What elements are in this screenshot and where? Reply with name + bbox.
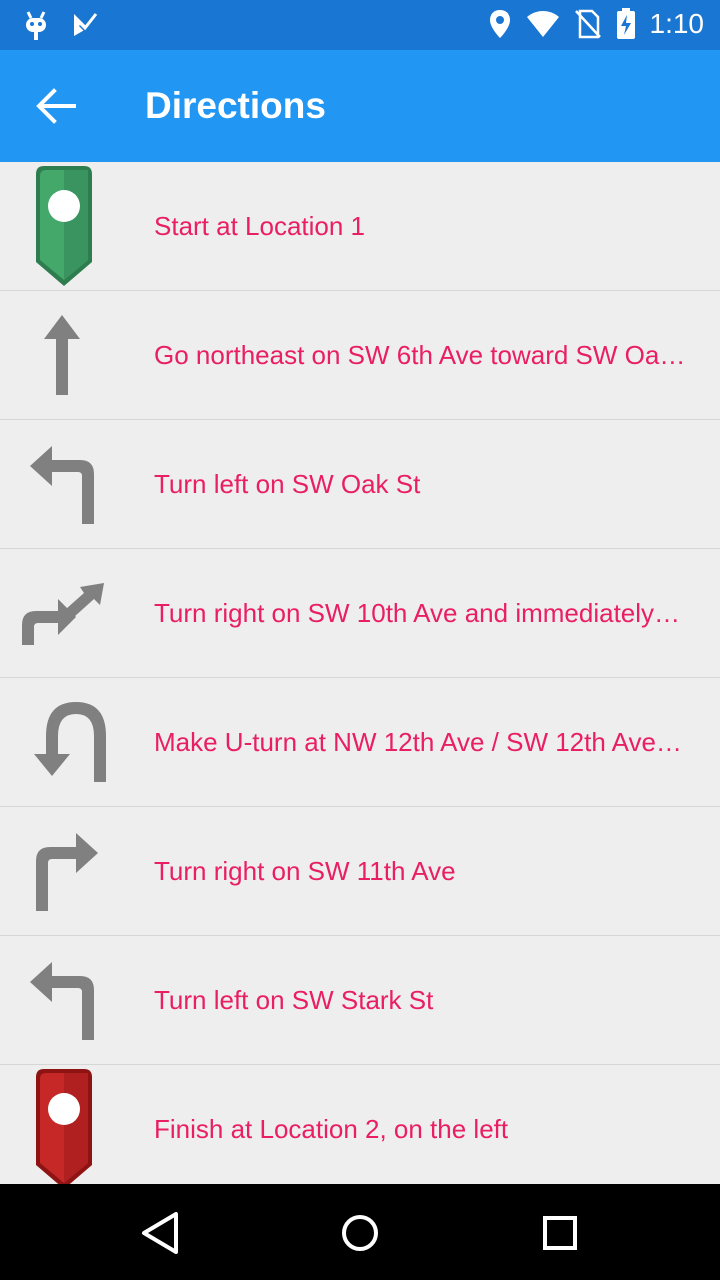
- direction-item[interactable]: Turn right on SW 10th Ave and immediatel…: [0, 549, 720, 678]
- direction-text: Finish at Location 2, on the left: [154, 1114, 509, 1144]
- no-sim-icon: [574, 9, 601, 39]
- arrow-back-icon[interactable]: [34, 86, 76, 126]
- direction-text: Turn left on SW Oak St: [154, 469, 421, 499]
- direction-text: Turn right on SW 10th Ave and immediatel…: [154, 598, 681, 628]
- recents-square-icon[interactable]: [535, 1208, 585, 1258]
- start-pin-icon: [36, 166, 92, 286]
- direction-item[interactable]: Turn right on SW 11th Ave: [0, 807, 720, 936]
- navigation-bar: [0, 1184, 720, 1280]
- direction-item[interactable]: Finish at Location 2, on the left: [0, 1065, 720, 1194]
- direction-text: Turn left on SW Stark St: [154, 985, 434, 1015]
- location-icon: [489, 10, 510, 38]
- app-bar: Directions: [0, 50, 720, 162]
- wifi-icon: [526, 11, 559, 37]
- back-triangle-icon[interactable]: [136, 1208, 186, 1258]
- turn-left-icon: [30, 446, 94, 524]
- direction-text: Go northeast on SW 6th Ave toward SW Oa…: [154, 340, 686, 370]
- u-turn-icon: [34, 702, 106, 782]
- direction-item[interactable]: Turn left on SW Stark St: [0, 936, 720, 1065]
- direction-item[interactable]: Start at Location 1: [0, 162, 720, 291]
- home-circle-icon[interactable]: [335, 1208, 385, 1258]
- direction-text: Make U-turn at NW 12th Ave / SW 12th Ave…: [154, 727, 682, 757]
- direction-item[interactable]: Make U-turn at NW 12th Ave / SW 12th Ave…: [0, 678, 720, 807]
- direction-text: Start at Location 1: [154, 211, 366, 241]
- turn-right-then-icon: [22, 583, 104, 645]
- check-task-icon: [74, 13, 98, 36]
- straight-arrow-icon: [44, 315, 80, 395]
- turn-left-icon: [30, 962, 94, 1040]
- direction-text: Turn right on SW 11th Ave: [154, 856, 456, 886]
- finish-pin-icon: [36, 1069, 92, 1189]
- direction-item[interactable]: Turn left on SW Oak St: [0, 420, 720, 549]
- direction-item[interactable]: Go northeast on SW 6th Ave toward SW Oa…: [0, 291, 720, 420]
- directions-list: Start at Location 1 Go northeast on SW 6…: [0, 162, 720, 1194]
- page-title: Directions: [145, 85, 326, 126]
- clock-time: 1:10: [649, 8, 705, 39]
- battery-charging-icon: [616, 8, 635, 39]
- turn-right-icon: [36, 833, 98, 911]
- status-bar: 1:10: [0, 0, 720, 50]
- android-debug-icon: [26, 11, 46, 40]
